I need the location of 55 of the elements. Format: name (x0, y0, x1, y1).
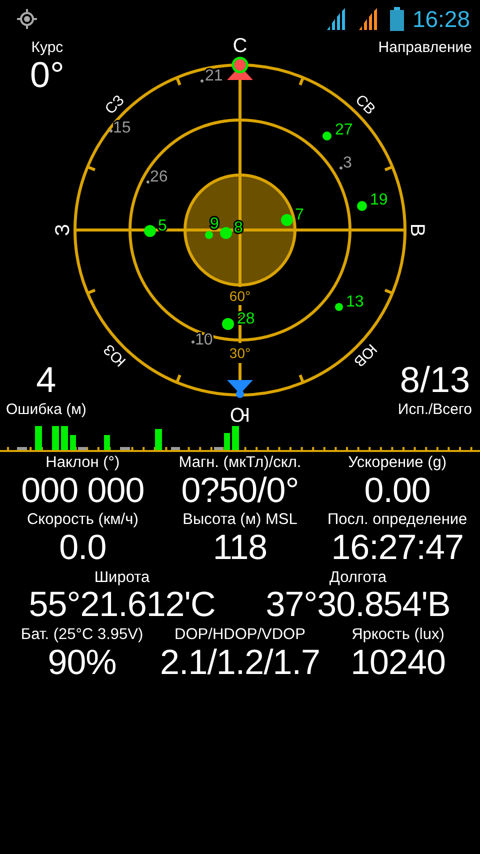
battery-icon (390, 7, 404, 31)
satellite-number: 19 (370, 192, 388, 208)
error-value: 4 (35, 362, 58, 398)
north-marker (227, 56, 253, 80)
compass-label: Ю (230, 403, 250, 425)
compass-label: СВ (352, 91, 379, 118)
reading-label: Широта (93, 568, 151, 588)
satellite-number: 10 (195, 332, 213, 348)
reading-value: 000 000 (20, 472, 146, 510)
reading-label: Бат. (25°C 3.95V) (20, 626, 144, 645)
reading-label: Посл. определение (326, 511, 468, 530)
direction-label: Направление (378, 40, 472, 56)
reading-label: Долгота (328, 568, 388, 588)
satellite-number: 9 (210, 216, 219, 232)
satellite-number: 26 (150, 168, 168, 186)
reading-value: 37°30.854'В (264, 587, 452, 624)
error-label: Ошибка (м) (6, 402, 86, 418)
compass-label: ЮЗ (100, 340, 130, 370)
satellite-number: 8 (234, 220, 243, 236)
reading-label: Ускорение (g) (347, 454, 448, 473)
reading-label: Скорость (км/ч) (26, 511, 140, 530)
reading-value: 16:27:47 (330, 530, 464, 567)
reading-value: 55°21.612'С (28, 587, 216, 624)
reading-label: Высота (м) MSL (182, 511, 298, 530)
satellite-number: 13 (346, 294, 364, 310)
reading-value: 0.0 (58, 530, 108, 567)
reading-value: 2.1/1.2/1.7 (160, 644, 320, 682)
compass-label: З (52, 224, 74, 236)
compass-label: С (232, 38, 248, 57)
reading-label: Наклон (°) (44, 454, 121, 473)
satellite-number: 7 (295, 206, 304, 224)
course-value: 0° (30, 56, 64, 92)
elevation-label: 60° (229, 288, 251, 304)
satellite-count: 8/13 (398, 362, 471, 398)
reading-label: Яркость (lux) (350, 626, 446, 645)
satellite-number: 27 (335, 122, 353, 138)
reading-value: 0.00 (363, 472, 432, 510)
reading-value: 118 (212, 530, 268, 567)
reading-label: DOP/HDOP/VDOP (174, 626, 306, 645)
reading-value: 10240 (350, 644, 446, 682)
satellite-number: 3 (343, 154, 352, 172)
reading-label: Магн. (мкТл)/скл. (178, 454, 302, 473)
gps-icon (16, 8, 38, 30)
course-label: Курс (30, 40, 64, 56)
heading-marker (227, 380, 253, 398)
reading-value: 90% (46, 644, 118, 682)
compass-label: ЮВ (350, 340, 380, 370)
satellite-count-label: Исп./Всего (398, 402, 472, 418)
satellite-number: 21 (205, 68, 223, 84)
elevation-label: 30° (229, 345, 251, 361)
compass-label: СЗ (102, 92, 128, 118)
satellite-number: 15 (113, 120, 131, 136)
compass-label: В (406, 223, 428, 237)
reading-value: 0?50/0° (180, 472, 300, 510)
clock-time: 16:28 (412, 4, 470, 34)
